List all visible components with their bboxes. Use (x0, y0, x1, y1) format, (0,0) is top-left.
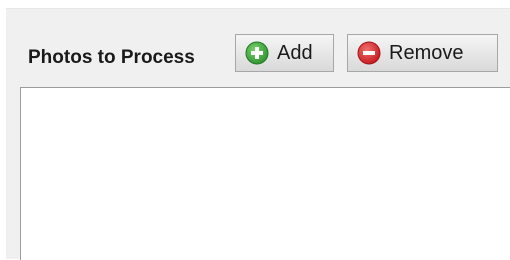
add-button[interactable]: Add (235, 34, 334, 72)
remove-button-label: Remove (389, 41, 464, 64)
photos-list[interactable] (20, 87, 510, 260)
photos-to-process-label: Photos to Process (28, 47, 195, 68)
minus-circle-icon (357, 41, 381, 65)
add-button-label: Add (277, 41, 313, 64)
plus-circle-icon (245, 41, 269, 65)
remove-button[interactable]: Remove (347, 34, 498, 72)
photos-toolbar: Photos to Process Add Remove (6, 9, 510, 89)
photos-panel: Photos to Process Add Remove (6, 8, 510, 260)
